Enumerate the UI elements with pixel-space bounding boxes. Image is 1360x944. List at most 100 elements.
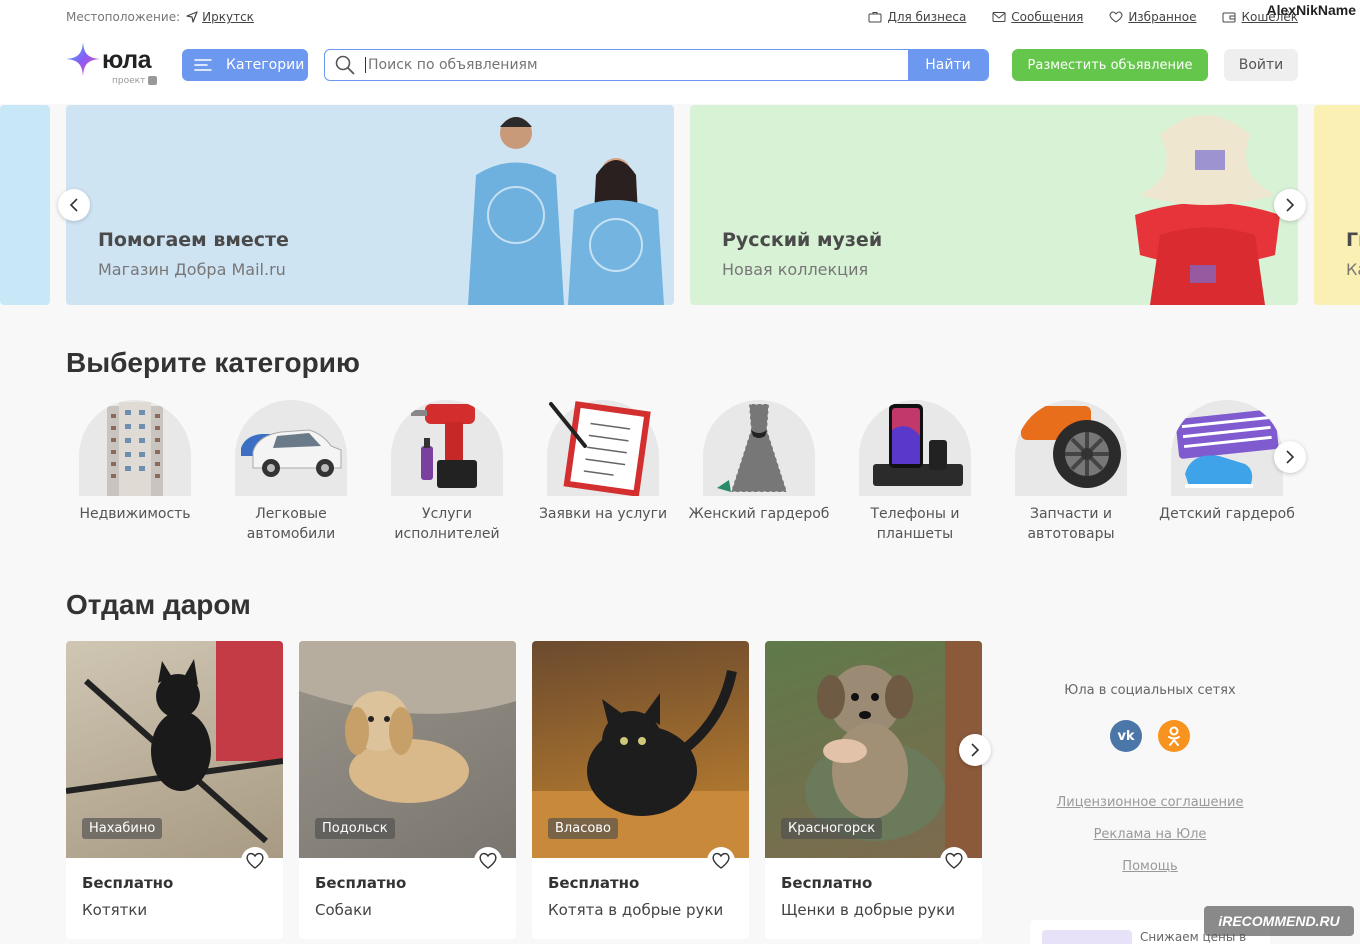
- top-links: Для бизнеса Сообщения Избранное Кошелёк: [868, 10, 1298, 24]
- favorite-button[interactable]: [474, 847, 502, 875]
- navigation-arrow-icon: [186, 11, 198, 23]
- chevron-right-icon: [1286, 198, 1295, 212]
- listing-title: Котята в добрые руки: [548, 901, 724, 919]
- banner-help-together[interactable]: Помогаем вместе Магазин Добра Mail.ru: [66, 105, 674, 305]
- banner-prev-button[interactable]: [58, 189, 90, 221]
- people-sweatshirts-illustration: [468, 117, 664, 305]
- listing-city: Власово: [548, 818, 618, 839]
- category-cars[interactable]: Легковые автомобили: [216, 400, 366, 544]
- heart-icon: [1109, 11, 1123, 23]
- advertising-link[interactable]: Реклама на Юле: [1030, 827, 1270, 842]
- search-button[interactable]: Найти: [908, 50, 988, 80]
- wallet-icon: [1222, 12, 1236, 23]
- heart-icon: [246, 852, 264, 869]
- search-input[interactable]: [365, 57, 908, 73]
- location-link[interactable]: Иркутск: [186, 10, 254, 24]
- favorite-button[interactable]: [707, 847, 735, 875]
- building-icon: [79, 400, 191, 496]
- listing-card[interactable]: Нахабино Бесплатно Котятки: [66, 641, 283, 939]
- vk-icon: vk: [1117, 728, 1135, 744]
- categories-button[interactable]: Категории: [182, 49, 308, 81]
- vk-badge-icon: [148, 76, 158, 85]
- categories-button-label: Категории: [226, 57, 305, 73]
- giveaway-heading: Отдам даром: [66, 589, 251, 620]
- heart-icon: [945, 852, 963, 869]
- listing-price: Бесплатно: [548, 874, 640, 892]
- category-label: Запчасти и автотовары: [1027, 506, 1115, 542]
- search-icon: [325, 50, 365, 80]
- category-real-estate[interactable]: Недвижимость: [60, 400, 210, 524]
- location-city: Иркутск: [202, 10, 254, 24]
- heart-icon: [712, 852, 730, 869]
- category-auto-parts[interactable]: Запчасти и автотовары: [996, 400, 1146, 544]
- category-label: Заявки на услуги: [538, 506, 668, 522]
- categories-heading: Выберите категорию: [66, 347, 360, 378]
- listing-title: Собаки: [315, 901, 372, 919]
- banner-subtitle: Новая коллекция: [722, 260, 869, 279]
- listing-title: Щенки в добрые руки: [781, 901, 955, 919]
- chevron-right-icon: [1286, 450, 1295, 464]
- star-logo-icon: [66, 42, 100, 76]
- listing-price: Бесплатно: [315, 874, 407, 892]
- listing-card[interactable]: Подольск Бесплатно Собаки: [299, 641, 516, 939]
- favorite-button[interactable]: [241, 847, 269, 875]
- banner-subtitle: Магазин Добра Mail.ru: [98, 260, 286, 279]
- dress-icon: [703, 400, 815, 496]
- messages-link-label: Сообщения: [1011, 10, 1084, 24]
- watermark: iRECOMMEND.RU: [1204, 906, 1354, 936]
- search-bar: Найти: [324, 49, 989, 81]
- logo-sub: проект: [112, 76, 158, 86]
- business-link[interactable]: Для бизнеса: [868, 10, 966, 24]
- category-phones-tablets[interactable]: Телефоны и планшеты: [840, 400, 990, 544]
- category-service-requests[interactable]: Заявки на услуги: [528, 400, 678, 524]
- banner-next-button[interactable]: [1274, 189, 1306, 221]
- logo-text: юла: [102, 46, 152, 74]
- bucket-hats-illustration: [1135, 115, 1280, 305]
- drill-icon: [391, 400, 503, 496]
- banner-edge-left[interactable]: [0, 105, 50, 305]
- help-link[interactable]: Помощь: [1030, 859, 1270, 874]
- category-services[interactable]: Услуги исполнителей: [372, 400, 522, 544]
- listing-title: Котятки: [82, 901, 148, 919]
- category-carousel: Недвижимость Легковые автомобили Услуги …: [66, 400, 1306, 550]
- odnoklassniki-icon: [1168, 726, 1180, 746]
- post-ad-button[interactable]: Разместить объявление: [1012, 49, 1208, 81]
- clipboard-icon: [547, 400, 659, 497]
- vk-button[interactable]: vk: [1110, 720, 1142, 752]
- envelope-icon: [992, 12, 1006, 22]
- phone-icon: [859, 400, 971, 496]
- menu-icon: [194, 59, 212, 71]
- listing-city: Нахабино: [82, 818, 163, 839]
- header: Местоположение: Иркутск Для бизнеса Сооб…: [0, 0, 1360, 104]
- listings-next-button[interactable]: [959, 734, 991, 766]
- listing-city: Красногорск: [781, 818, 883, 839]
- ok-button[interactable]: [1158, 720, 1190, 752]
- banner-title: Помогаем вместе: [98, 229, 289, 251]
- listing-card[interactable]: Красногорск Бесплатно Щенки в добрые рук…: [765, 641, 982, 939]
- banner-edge-right[interactable]: Ги Ка: [1314, 105, 1360, 305]
- banner-russian-museum[interactable]: Русский музей Новая коллекция: [690, 105, 1298, 305]
- banner-subtitle: Ка: [1346, 260, 1360, 279]
- logo[interactable]: юла проект: [66, 40, 162, 88]
- categories-next-button[interactable]: [1274, 441, 1306, 473]
- category-label: Недвижимость: [79, 506, 191, 522]
- messages-link[interactable]: Сообщения: [992, 10, 1083, 24]
- social-title: Юла в социальных сетях: [1064, 683, 1236, 698]
- location: Местоположение: Иркутск: [66, 10, 254, 24]
- listing-price: Бесплатно: [82, 874, 174, 892]
- sneakers-icon: [1171, 400, 1283, 496]
- category-label: Женский гардероб: [688, 506, 830, 522]
- favorite-button[interactable]: [940, 847, 968, 875]
- listing-city: Подольск: [315, 818, 395, 839]
- license-link[interactable]: Лицензионное соглашение: [1030, 795, 1270, 810]
- listing-price: Бесплатно: [781, 874, 873, 892]
- login-button[interactable]: Войти: [1224, 49, 1298, 81]
- listing-card[interactable]: Власово Бесплатно Котята в добрые руки: [532, 641, 749, 939]
- category-label: Услуги исполнителей: [394, 506, 500, 542]
- category-label: Легковые автомобили: [246, 506, 336, 542]
- cars-icon: [235, 400, 347, 496]
- favorites-link[interactable]: Избранное: [1109, 10, 1196, 24]
- wheel-icon: [1015, 400, 1127, 496]
- heart-icon: [479, 852, 497, 869]
- category-womens-clothing[interactable]: Женский гардероб: [684, 400, 834, 524]
